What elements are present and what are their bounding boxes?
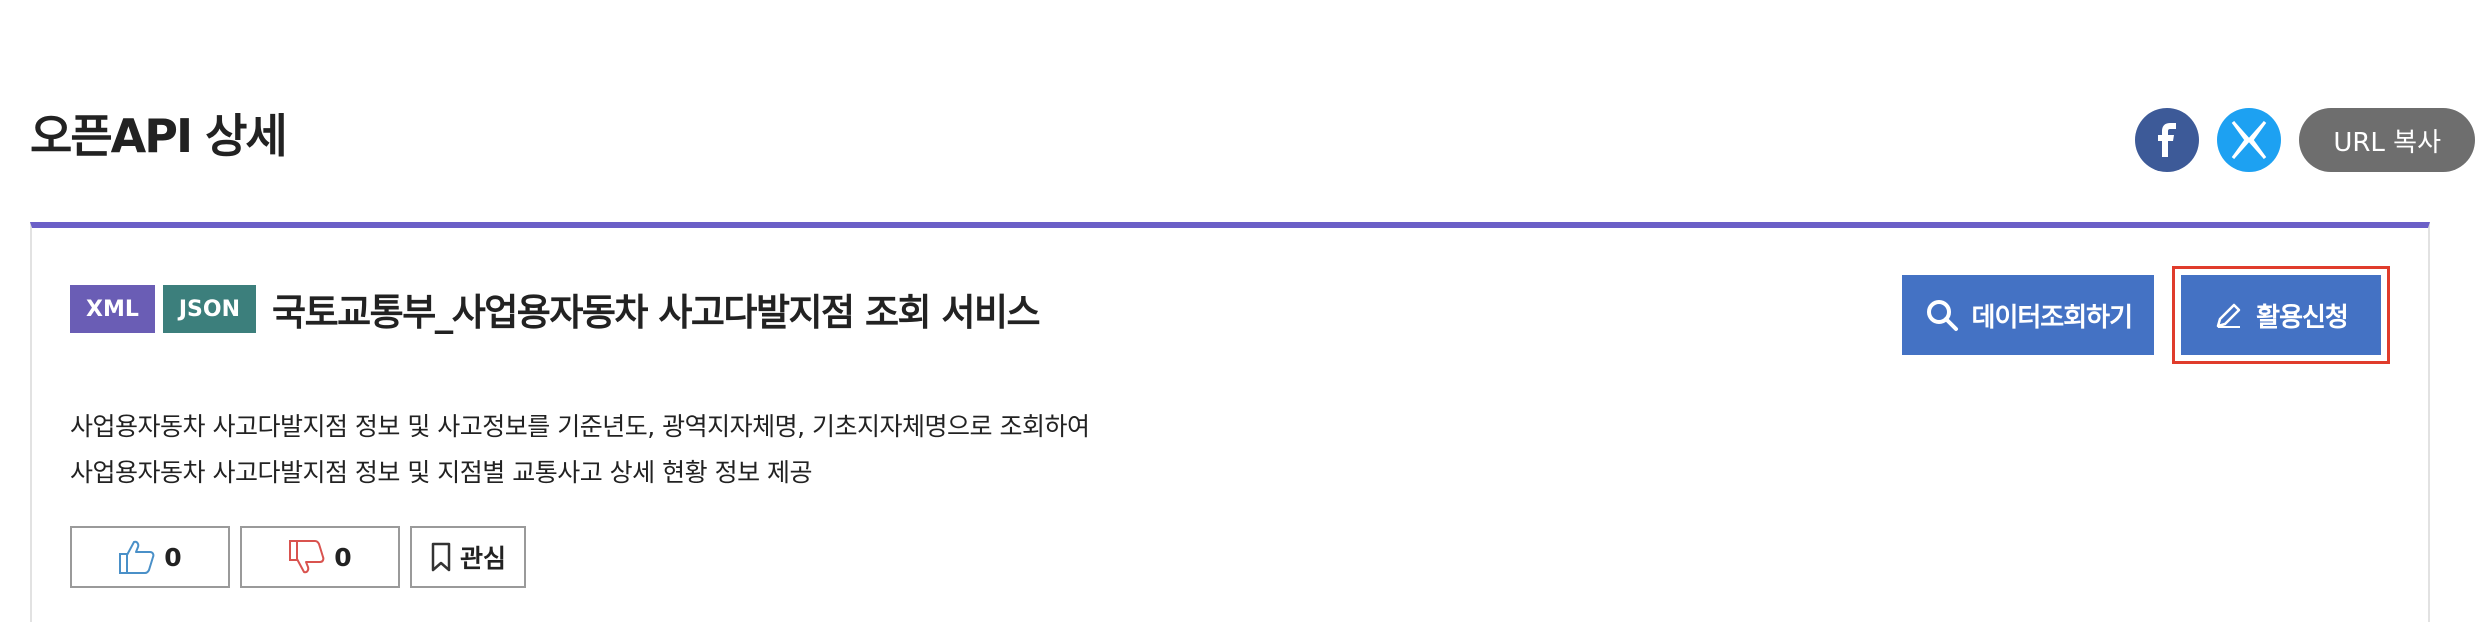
data-view-button[interactable]: 데이터조회하기 xyxy=(1901,275,2154,355)
bookmark-label: 관심 xyxy=(459,544,506,573)
reaction-buttons: 0 0 관심 xyxy=(70,526,526,588)
page-title: 오픈API 상세 xyxy=(30,109,288,163)
json-badge: JSON xyxy=(162,285,257,333)
thumbs-down-icon xyxy=(289,540,325,574)
dislike-button[interactable]: 0 xyxy=(240,526,400,588)
url-copy-button[interactable]: URL 복사 xyxy=(2299,108,2475,172)
apply-label: 활용신청 xyxy=(2256,302,2349,333)
api-description: 사업용자동차 사고다발지점 정보 및 사고정보를 기준년도, 광역지자체명, 기… xyxy=(70,404,1090,496)
bookmark-icon xyxy=(431,542,451,572)
apply-highlight-box: 활용신청 xyxy=(2172,266,2390,364)
description-line: 사업용자동차 사고다발지점 정보 및 사고정보를 기준년도, 광역지자체명, 기… xyxy=(70,412,1090,441)
action-buttons: 데이터조회하기 활용신청 xyxy=(1901,266,2390,364)
pencil-icon xyxy=(2216,303,2241,328)
bookmark-button[interactable]: 관심 xyxy=(410,526,526,588)
thumbs-up-icon xyxy=(119,540,155,574)
xml-badge: XML xyxy=(70,285,155,333)
description-line: 사업용자동차 사고다발지점 정보 및 지점별 교통사고 상세 현황 정보 제공 xyxy=(70,458,813,487)
dislike-count: 0 xyxy=(334,542,352,572)
x-share-button[interactable] xyxy=(2217,108,2282,172)
api-detail-card: XML JSON 국토교통부_사업용자동차 사고다발지점 조회 서비스 데이터조… xyxy=(30,222,2430,622)
apply-button[interactable]: 활용신청 xyxy=(2181,275,2381,355)
facebook-share-button[interactable] xyxy=(2135,108,2200,172)
x-twitter-icon xyxy=(2232,121,2267,159)
search-icon xyxy=(1926,300,1958,331)
data-view-label: 데이터조회하기 xyxy=(1971,302,2133,333)
facebook-icon xyxy=(2158,123,2177,157)
like-button[interactable]: 0 xyxy=(70,526,230,588)
like-count: 0 xyxy=(164,542,182,572)
api-title-row: XML JSON 국토교통부_사업용자동차 사고다발지점 조회 서비스 xyxy=(70,282,1041,336)
share-bar: URL 복사 xyxy=(2135,108,2475,172)
api-title: 국토교통부_사업용자동차 사고다발지점 조회 서비스 xyxy=(272,291,1041,334)
